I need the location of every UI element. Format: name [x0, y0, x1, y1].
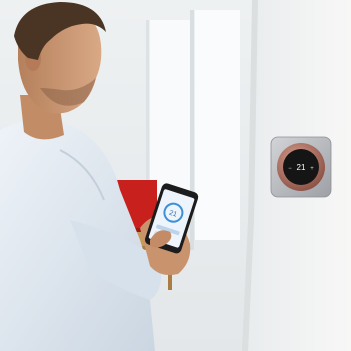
- thermostat-increase-icon[interactable]: +: [310, 166, 314, 172]
- window-panel: [195, 10, 240, 240]
- photo-scene: 21 − + 21: [0, 0, 351, 351]
- thermostat-decrease-icon[interactable]: −: [288, 166, 292, 172]
- round-thermostat-icon: 21 − +: [270, 136, 332, 198]
- thermostat-temperature: 21: [297, 163, 306, 172]
- photo-illustration: 21 − + 21: [0, 0, 351, 351]
